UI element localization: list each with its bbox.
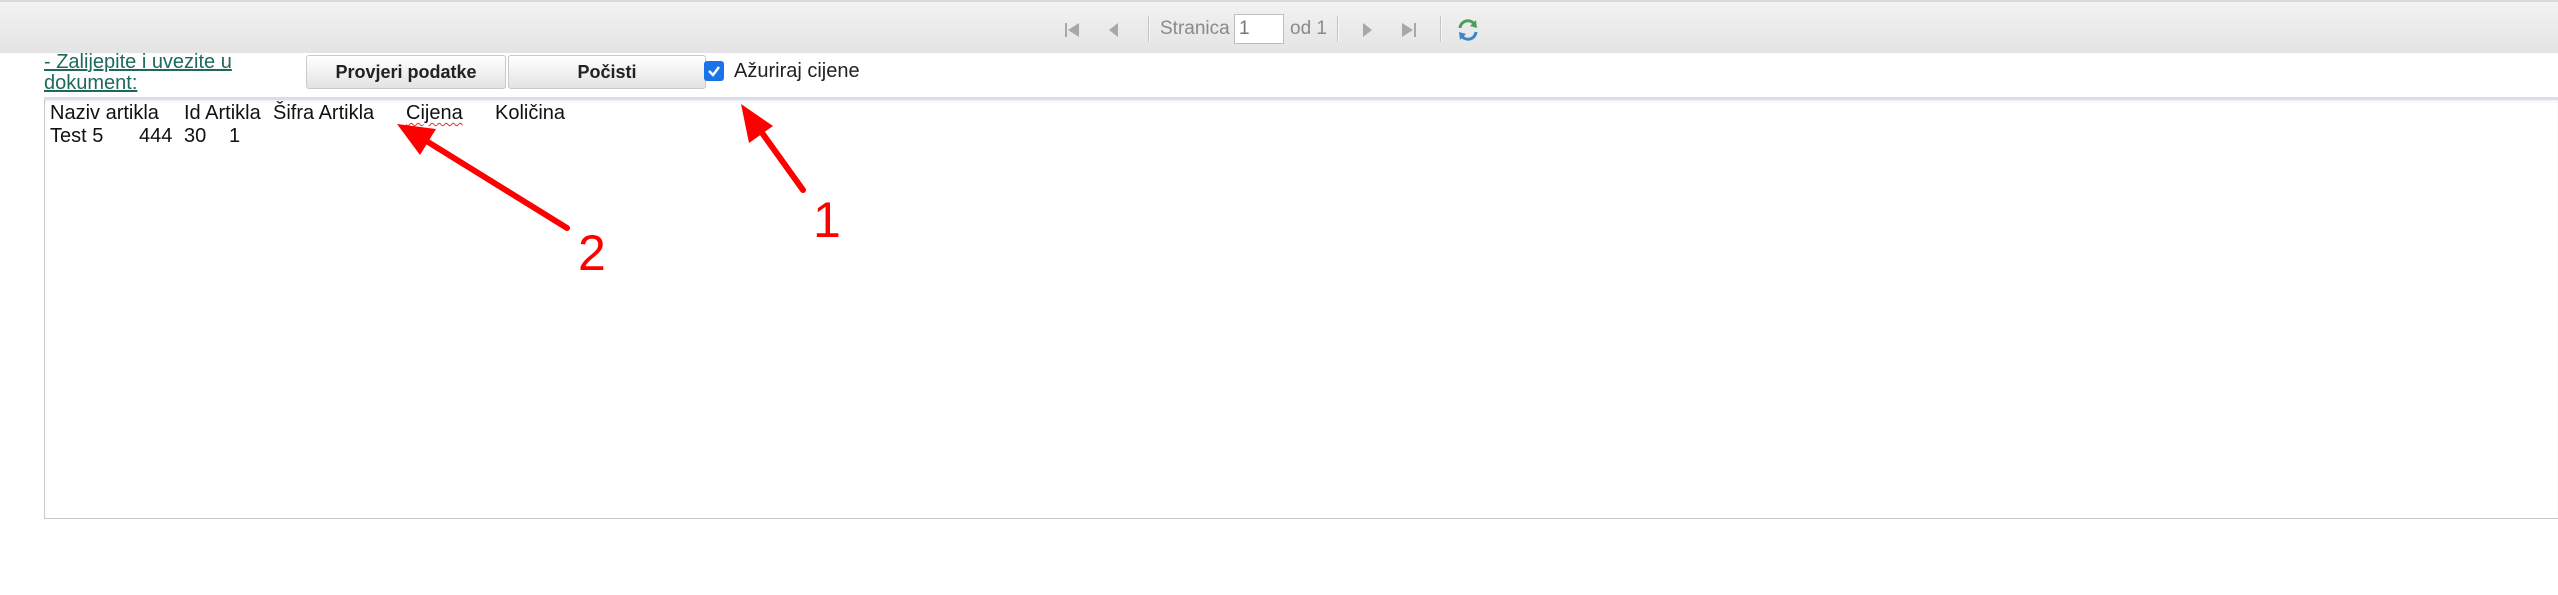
annotation-number-2: 2 <box>578 225 606 281</box>
annotation-arrow-1 <box>741 104 806 193</box>
annotation-number-1: 1 <box>813 192 841 248</box>
annotation-overlay <box>397 104 806 231</box>
annotation-arrow-2 <box>397 124 570 231</box>
